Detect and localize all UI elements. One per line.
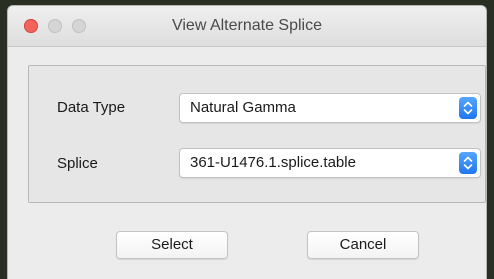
splice-value: 361-U1476.1.splice.table (190, 154, 356, 171)
title-bar[interactable]: View Alternate Splice (8, 6, 486, 47)
up-down-chevron-icon (459, 97, 477, 119)
data-type-select[interactable]: Natural Gamma (179, 93, 481, 123)
up-down-chevron-icon (459, 152, 477, 174)
dialog-window: View Alternate Splice Data Type Natural … (8, 6, 486, 279)
cancel-button[interactable]: Cancel (307, 231, 419, 259)
data-type-value: Natural Gamma (190, 99, 296, 116)
splice-label: Splice (57, 155, 98, 172)
select-button[interactable]: Select (116, 231, 228, 259)
window-title: View Alternate Splice (171, 17, 322, 34)
splice-select[interactable]: 361-U1476.1.splice.table (179, 148, 481, 178)
data-type-label: Data Type (57, 99, 126, 116)
options-group-box: Data Type Natural Gamma Splice 361-U1476… (28, 65, 486, 203)
